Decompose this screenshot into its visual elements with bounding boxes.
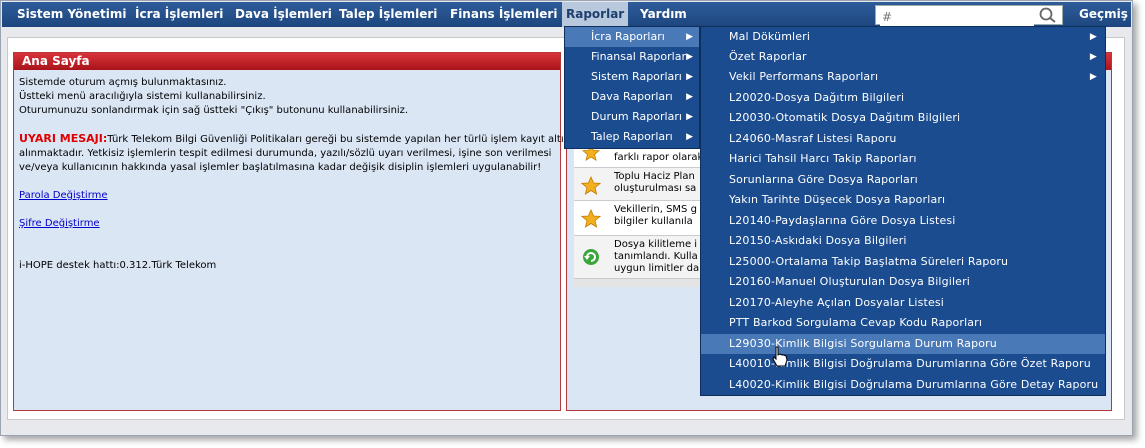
menu-item-label: Vekil Performans Raporları <box>729 70 879 83</box>
menu-l20140[interactable]: L20140-Paydaşlarına Göre Dosya Listesi <box>701 211 1105 231</box>
menu-l29030[interactable]: L29030-Kimlik Bilgisi Sorgulama Durum Ra… <box>701 334 1105 354</box>
menu-mal-dokumleri[interactable]: Mal Dökümleri ▶ <box>701 27 1105 47</box>
menu-item-label: Dava Raporları <box>591 90 673 103</box>
refresh-icon <box>579 245 603 269</box>
news-text-line: bilgiler kullanıla <box>614 216 693 227</box>
menu-item-label: İcra Raporları <box>591 30 665 43</box>
info-line-3: Oturumunuzu sonlandırmak için sağ üsttek… <box>19 105 409 116</box>
submenu-arrow-icon: ▶ <box>1089 52 1097 62</box>
history-button[interactable]: Geçmiş <box>1079 2 1128 27</box>
sifre-change-link[interactable]: Şifre Değiştirme <box>19 218 100 229</box>
news-text-line: uygun limitler da <box>614 263 700 274</box>
search-input[interactable] <box>880 8 1034 26</box>
submenu-arrow-icon: ▶ <box>1089 32 1097 42</box>
menu-l40010[interactable]: L40010-Kimlik Bilgisi Doğrulama Durumlar… <box>701 354 1105 374</box>
info-line-1: Sistemde oturum açmış bulunmaktasınız. <box>19 77 227 88</box>
home-panel-title: Ana Sayfa <box>14 53 560 70</box>
password-change-link[interactable]: Parola Değiştirme <box>19 190 108 201</box>
search-box[interactable] <box>875 5 1063 27</box>
menu-sorunlarina-gore[interactable]: Sorunlarına Göre Dosya Raporları <box>701 170 1105 190</box>
menu-item-label: Özet Raporlar <box>729 50 807 63</box>
menu-l40020[interactable]: L40020-Kimlik Bilgisi Doğrulama Durumlar… <box>701 375 1105 395</box>
news-item: Toplu Haciz Plan oluşturulması sa <box>574 168 704 201</box>
news-text-line: Vekillerin, SMS g <box>614 204 697 215</box>
menu-yakin-tarihte[interactable]: Yakın Tarihte Düşecek Dosya Raporları <box>701 190 1105 210</box>
app-window: Sistem Yönetimi İcra İşlemleri Dava İşle… <box>0 0 1133 436</box>
menu-vekil-performans[interactable]: Vekil Performans Raporları ▶ <box>701 67 1105 87</box>
menu-item-label: Durum Raporları <box>591 110 682 123</box>
menu-durum-raporlari[interactable]: Durum Raporları ▶ <box>565 107 699 127</box>
news-text-line: oluşturulması sa <box>614 183 697 194</box>
menu-l24060[interactable]: L24060-Masraf Listesi Raporu <box>701 129 1105 149</box>
search-icon[interactable] <box>1039 7 1057 27</box>
menu-item-label: Sistem Raporları <box>591 70 682 83</box>
news-list-footer <box>574 279 704 287</box>
submenu-arrow-icon: ▶ <box>686 92 693 102</box>
menu-l20150[interactable]: L20150-Askıdaki Dosya Bilgileri <box>701 231 1105 251</box>
submenu-arrow-icon: ▶ <box>686 132 693 142</box>
menu-talep-raporlari[interactable]: Talep Raporları ▶ <box>565 127 699 147</box>
submenu-arrow-icon: ▶ <box>686 52 693 62</box>
menu-l25000[interactable]: L25000-Ortalama Takip Başlatma Süreleri … <box>701 252 1105 272</box>
news-text-line: Toplu Haciz Plan <box>614 171 695 182</box>
news-text: farklı rapor olarak <box>614 152 704 163</box>
news-text: Dosya kilitleme i tanımlandı. Kulla uygun … <box>614 239 704 275</box>
menu-l20030[interactable]: L20030-Otomatik Dosya Dağıtım Bilgileri <box>701 108 1105 128</box>
menu-l20020[interactable]: L20020-Dosya Dağıtım Bilgileri <box>701 88 1105 108</box>
star-icon <box>579 174 603 198</box>
submenu-arrow-icon: ▶ <box>686 112 693 122</box>
nav-talep-islemleri[interactable]: Talep İşlemleri <box>339 2 437 27</box>
icra-raporlari-submenu: Mal Dökümleri ▶ Özet Raporlar ▶ Vekil Perf… <box>700 26 1106 396</box>
nav-icra-islemleri[interactable]: İcra İşlemleri <box>135 2 223 27</box>
warning-text-1: Türk Telekom Bilgi Güvenliği Politikalar… <box>107 134 577 145</box>
submenu-arrow-icon: ▶ <box>686 32 693 42</box>
nav-sistem-yonetimi[interactable]: Sistem Yönetimi <box>17 2 126 27</box>
menu-item-label: Mal Dökümleri <box>729 30 811 43</box>
home-panel: Ana Sayfa Sistemde oturum açmış bulunmak… <box>13 52 576 411</box>
news-text-line: tanımlandı. Kulla <box>614 251 698 262</box>
menu-finansal-raporlar[interactable]: Finansal Raporlar ▶ <box>565 47 699 67</box>
menu-item-label: Talep Raporları <box>591 130 673 143</box>
info-line-2: Üstteki menü aracılığıyla sistemi kullan… <box>19 91 266 102</box>
news-text: Toplu Haciz Plan oluşturulması sa <box>614 171 704 195</box>
nav-raporlar[interactable]: Raporlar <box>562 2 629 27</box>
menu-l20160[interactable]: L20160-Manuel Oluşturulan Dosya Bilgiler… <box>701 272 1105 292</box>
news-text: Vekillerin, SMS g bilgiler kullanıla <box>614 204 704 228</box>
submenu-arrow-icon: ▶ <box>1089 72 1097 82</box>
support-line: i-HOPE destek hattı:0.312.Türk Telekom <box>19 260 217 271</box>
star-icon <box>579 207 603 231</box>
news-item: Vekillerin, SMS g bilgiler kullanıla <box>574 201 704 236</box>
menu-l20170[interactable]: L20170-Aleyhe Açılan Dosyalar Listesi <box>701 293 1105 313</box>
menu-ptt-barkod[interactable]: PTT Barkod Sorgulama Cevap Kodu Raporlar… <box>701 313 1105 333</box>
news-item: Dosya kilitleme i tanımlandı. Kulla uygun … <box>574 236 704 279</box>
warning-label: UYARI MESAJI: <box>19 132 108 145</box>
top-nav-bar: Sistem Yönetimi İcra İşlemleri Dava İşle… <box>2 2 1131 27</box>
nav-yardim[interactable]: Yardım <box>640 2 687 27</box>
menu-harici-tahsil[interactable]: Harici Tahsil Harcı Takip Raporları <box>701 149 1105 169</box>
nav-finans-islemleri[interactable]: Finans İşlemleri <box>450 2 557 27</box>
menu-sistem-raporlari[interactable]: Sistem Raporları ▶ <box>565 67 699 87</box>
warning-line-1: UYARI MESAJI:Türk Telekom Bilgi Güvenliğ… <box>19 132 576 145</box>
menu-item-label: Finansal Raporlar <box>591 50 686 63</box>
menu-ozet-raporlar[interactable]: Özet Raporlar ▶ <box>701 47 1105 67</box>
warning-line-3: ve/veya kullanıcının hakkında yasal işle… <box>19 162 542 173</box>
nav-dava-islemleri[interactable]: Dava İşlemleri <box>235 2 332 27</box>
menu-dava-raporlari[interactable]: Dava Raporları ▶ <box>565 87 699 107</box>
news-text-line: Dosya kilitleme i <box>614 239 698 250</box>
warning-line-2: alınmaktadır. Yetkisiz işlemlerin tespit… <box>19 148 552 159</box>
submenu-arrow-icon: ▶ <box>686 72 693 82</box>
raporlar-dropdown: İcra Raporları ▶ Finansal Raporlar ▶ Siste… <box>564 26 700 149</box>
hand-cursor-icon <box>771 346 789 372</box>
menu-icra-raporlari[interactable]: İcra Raporları ▶ <box>565 27 699 47</box>
